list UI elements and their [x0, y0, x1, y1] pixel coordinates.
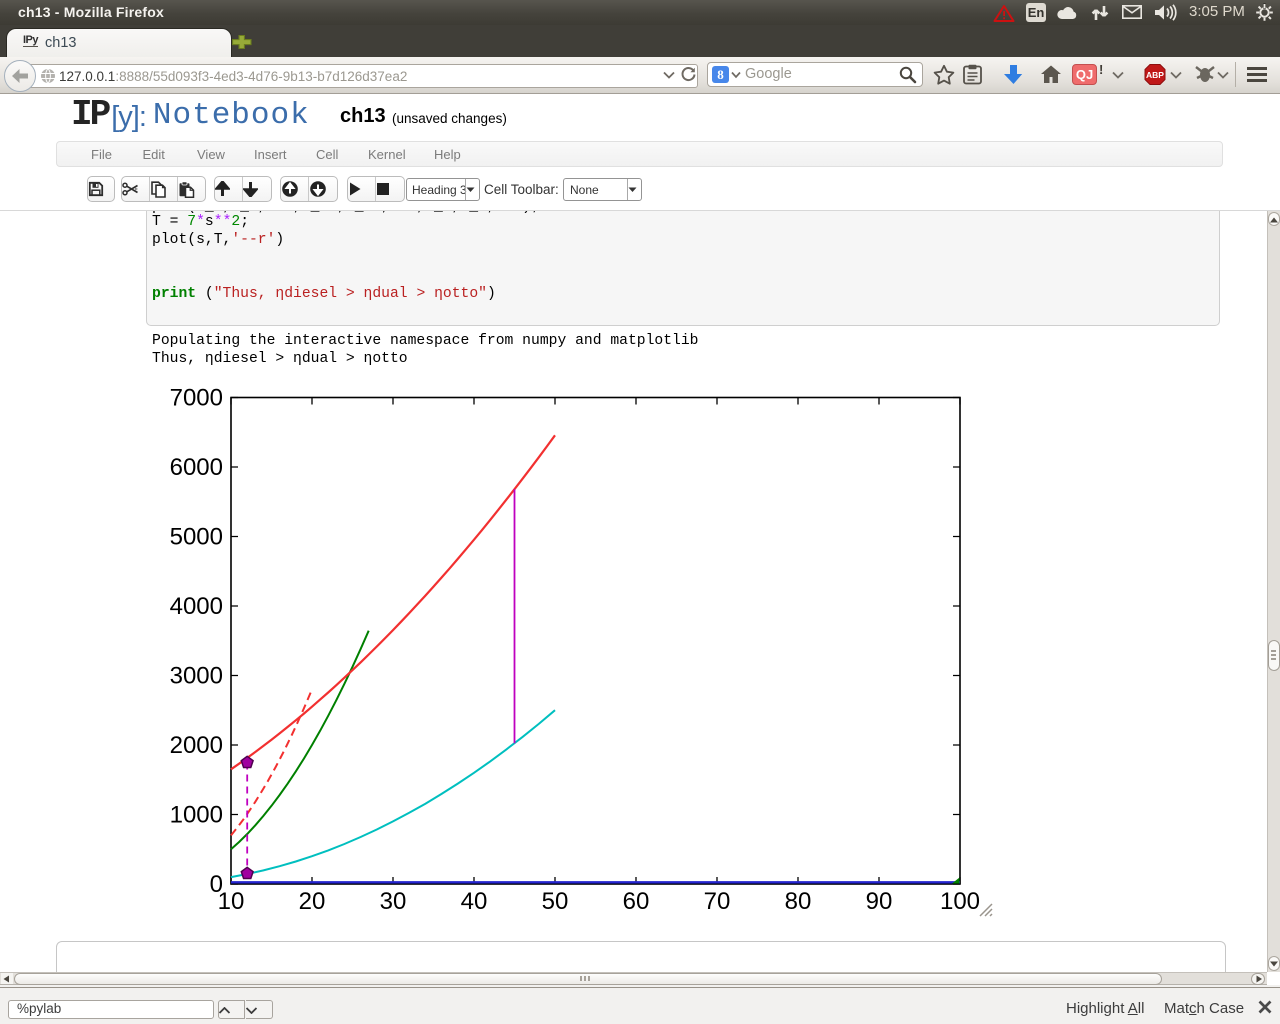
- svg-text:20: 20: [299, 888, 326, 915]
- svg-text:40: 40: [461, 888, 488, 915]
- svg-text:70: 70: [704, 888, 731, 915]
- svg-text:4000: 4000: [170, 593, 223, 620]
- svg-text:7000: 7000: [170, 385, 223, 412]
- svg-text:60: 60: [623, 888, 650, 915]
- svg-text:5000: 5000: [170, 524, 223, 551]
- svg-text:2000: 2000: [170, 732, 223, 759]
- svg-text:50: 50: [542, 888, 569, 915]
- svg-text:6000: 6000: [170, 454, 223, 481]
- svg-text:3000: 3000: [170, 663, 223, 690]
- svg-text:80: 80: [785, 888, 812, 915]
- svg-text:100: 100: [940, 888, 980, 915]
- svg-text:90: 90: [866, 888, 893, 915]
- svg-text:10: 10: [218, 888, 245, 915]
- svg-text:ABP: ABP: [1146, 70, 1164, 80]
- svg-text:1000: 1000: [170, 802, 223, 829]
- svg-text:30: 30: [380, 888, 407, 915]
